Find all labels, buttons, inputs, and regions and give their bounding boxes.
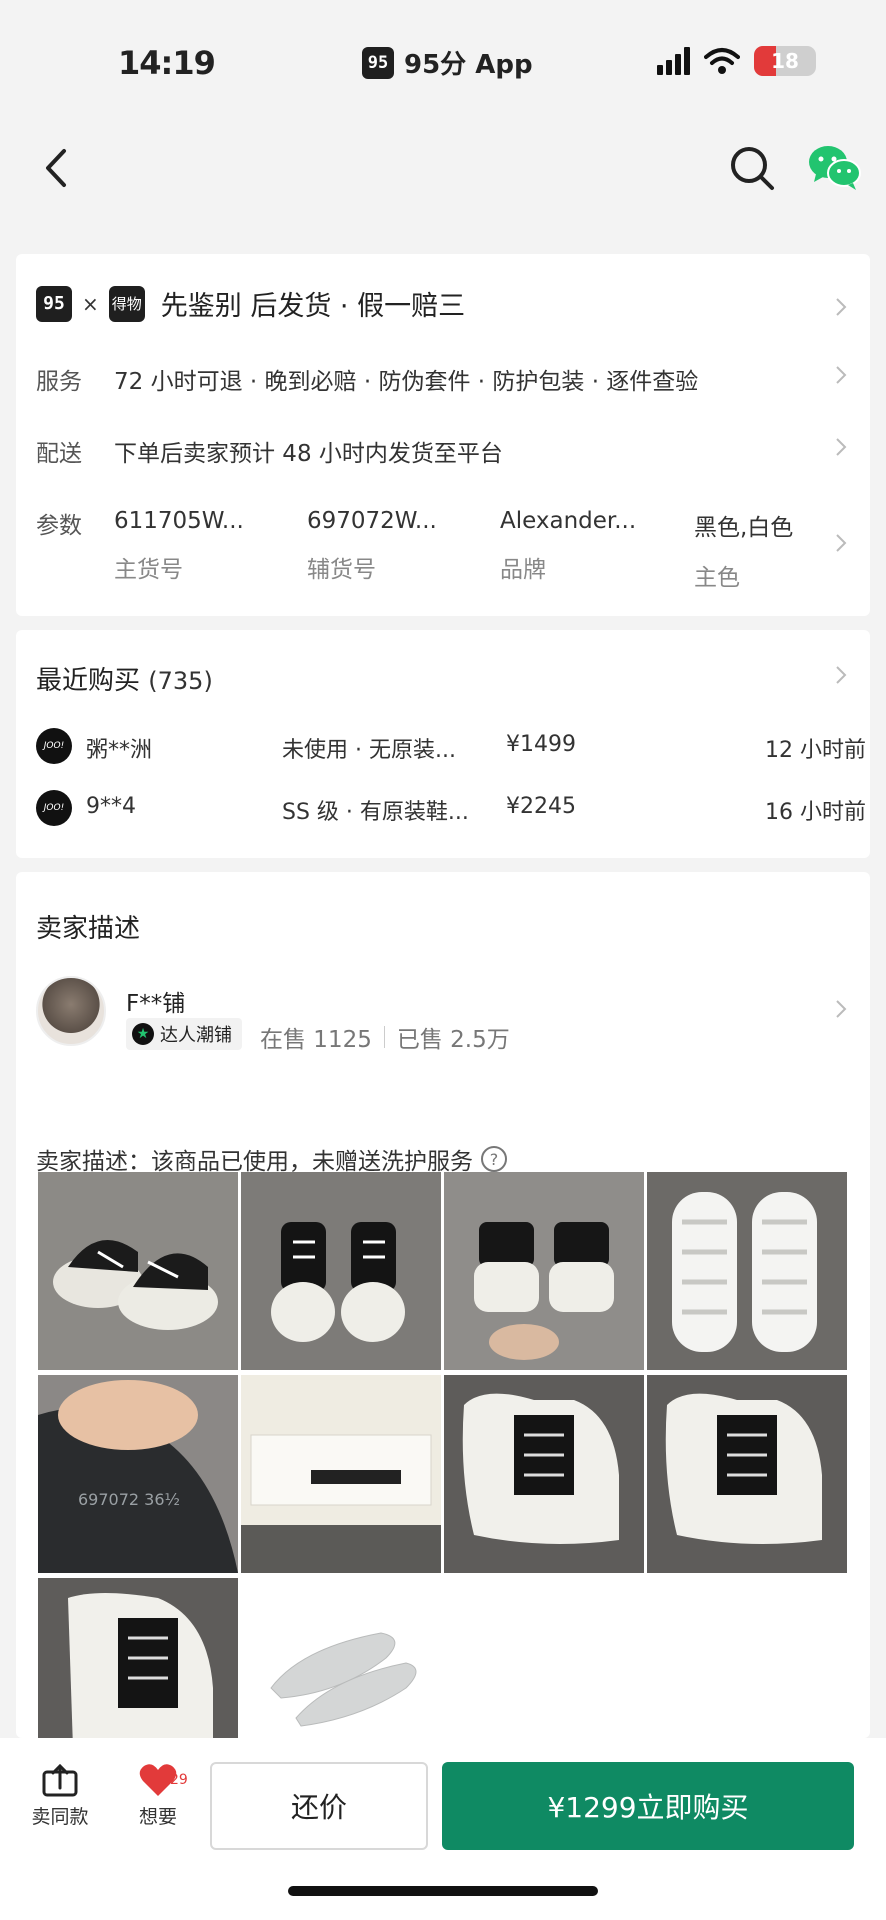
product-photo[interactable]: [241, 1375, 441, 1573]
param-key: 主色: [694, 565, 740, 591]
recent-purchases-title: 最近购买 (735): [36, 666, 213, 696]
seller-name: F**铺: [126, 991, 186, 1017]
guarantee-title: 先鉴别 后发货 · 假一赔三: [160, 291, 466, 322]
service-value[interactable]: 72 小时可退 · 晚到必赔 · 防伪套件 · 防护包装 · 逐件查验: [114, 362, 698, 396]
param-key: 辅货号: [307, 557, 376, 583]
purchase-row: JOO! 粥**洲 未使用 · 无原装... ¥1499 12 小时前: [36, 726, 866, 766]
chevron-left-icon: [46, 149, 66, 187]
product-photo[interactable]: [38, 1172, 238, 1370]
help-icon[interactable]: ?: [481, 1146, 507, 1172]
back-button[interactable]: [30, 142, 82, 194]
want-label: 想要: [138, 1806, 177, 1828]
seller-badge-label: 达人潮铺: [160, 1025, 232, 1046]
star-icon: ★: [132, 1023, 154, 1045]
counter-offer-button[interactable]: 还价: [210, 1762, 428, 1850]
buy-now-button[interactable]: ¥1299立即购买: [442, 1762, 854, 1850]
search-icon[interactable]: [726, 142, 778, 194]
seller-on-sale: 在售 1125: [260, 1027, 372, 1053]
buyer-avatar: JOO!: [36, 790, 72, 826]
seller-sold: 已售 2.5万: [396, 1027, 510, 1053]
buyer-condition: 未使用 · 无原装...: [282, 738, 456, 763]
buyer-price: ¥1499: [506, 732, 576, 757]
service-info-card: 95 × 得物 先鉴别 后发货 · 假一赔三 服务 72 小时可退 · 晚到必赔…: [16, 254, 870, 616]
product-photo[interactable]: [241, 1578, 441, 1738]
divider: [383, 1026, 385, 1048]
chevron-right-icon: [836, 366, 847, 384]
size-label-text: 697072 36½: [78, 1490, 180, 1509]
status-bar: 14:19 95 95分 App 18: [0, 0, 886, 120]
seller-desc: 卖家描述：该商品已使用，未赠送洗护服务 ?: [36, 1142, 507, 1176]
battery-icon: 18: [754, 46, 816, 76]
battery-level: 18: [771, 49, 799, 73]
param-item[interactable]: 黑色,白色 主色: [694, 508, 793, 592]
param-item[interactable]: 611705W... 主货号: [114, 508, 244, 584]
nav-bar: [0, 120, 886, 216]
dewu-logo-icon: 得物: [108, 285, 145, 322]
param-value: 611705W...: [114, 508, 244, 534]
product-photo[interactable]: [647, 1375, 847, 1573]
wifi-icon: [704, 48, 740, 74]
buyer-time: 16 小时前: [765, 800, 866, 825]
seller-stats: 在售 1125 已售 2.5万: [260, 1020, 510, 1054]
cellular-signal-icon: [657, 47, 690, 75]
purchase-row: JOO! 9**4 SS 级 · 有原装鞋... ¥2245 16 小时前: [36, 788, 866, 828]
status-app-name: 95 95分 App: [362, 44, 533, 81]
product-photo[interactable]: [647, 1172, 847, 1370]
product-photo[interactable]: 697072 36½: [38, 1375, 238, 1573]
chevron-right-icon: [836, 298, 847, 316]
product-photo[interactable]: [241, 1172, 441, 1370]
chevron-right-icon: [836, 1000, 847, 1018]
buyer-name: 9**4: [86, 794, 136, 819]
buyer-price: ¥2245: [506, 794, 576, 819]
status-time: 14:19: [118, 44, 216, 82]
chevron-right-icon: [836, 534, 847, 552]
brand-95-logo-icon: 95: [36, 285, 72, 322]
status-indicators: 18: [657, 46, 816, 76]
param-item[interactable]: Alexander... 品牌: [500, 508, 636, 584]
params-label: 参数: [36, 513, 82, 539]
wechat-share-icon[interactable]: [806, 142, 862, 194]
param-value: 黑色,白色: [694, 515, 794, 541]
product-photo[interactable]: [444, 1172, 644, 1370]
param-item[interactable]: 697072W... 辅货号: [307, 508, 437, 584]
buyer-condition: SS 级 · 有原装鞋...: [282, 800, 469, 825]
delivery-label: 配送: [36, 441, 82, 467]
param-key: 主货号: [114, 557, 183, 583]
guarantee-row[interactable]: 95 × 得物 先鉴别 后发货 · 假一赔三: [36, 284, 465, 323]
seller-section-title: 卖家描述: [36, 914, 141, 944]
product-photo[interactable]: [444, 1375, 644, 1573]
buyer-name: 粥**洲: [86, 738, 153, 763]
service-label: 服务: [36, 369, 82, 395]
recent-purchases-card[interactable]: 最近购买 (735) JOO! 粥**洲 未使用 · 无原装... ¥1499 …: [16, 630, 870, 858]
param-key: 品牌: [500, 557, 546, 583]
buyer-time: 12 小时前: [765, 738, 866, 763]
app-logo-icon: 95: [362, 46, 394, 79]
want-count-badge: 29: [170, 1772, 188, 1788]
upload-box-icon: [42, 1763, 78, 1797]
want-button[interactable]: 想要: [120, 1758, 196, 1829]
chevron-right-icon: [836, 438, 847, 456]
chevron-right-icon: [836, 666, 847, 684]
param-value: 697072W...: [307, 508, 437, 534]
delivery-value[interactable]: 下单后卖家预计 48 小时内发货至平台: [114, 434, 503, 468]
seller-desc-text: 卖家描述：该商品已使用，未赠送洗护服务: [36, 1149, 473, 1175]
param-value: Alexander...: [500, 508, 637, 534]
times-icon: ×: [82, 291, 99, 316]
seller-badge: ★ 达人潮铺: [126, 1018, 242, 1050]
buyer-avatar: JOO!: [36, 728, 72, 764]
seller-avatar[interactable]: [36, 976, 106, 1046]
home-indicator[interactable]: [288, 1886, 598, 1896]
sell-same-button[interactable]: 卖同款: [22, 1758, 98, 1829]
sell-same-label: 卖同款: [31, 1806, 89, 1828]
product-photo[interactable]: [38, 1578, 238, 1738]
app-name-text: 95分 App: [404, 50, 533, 80]
